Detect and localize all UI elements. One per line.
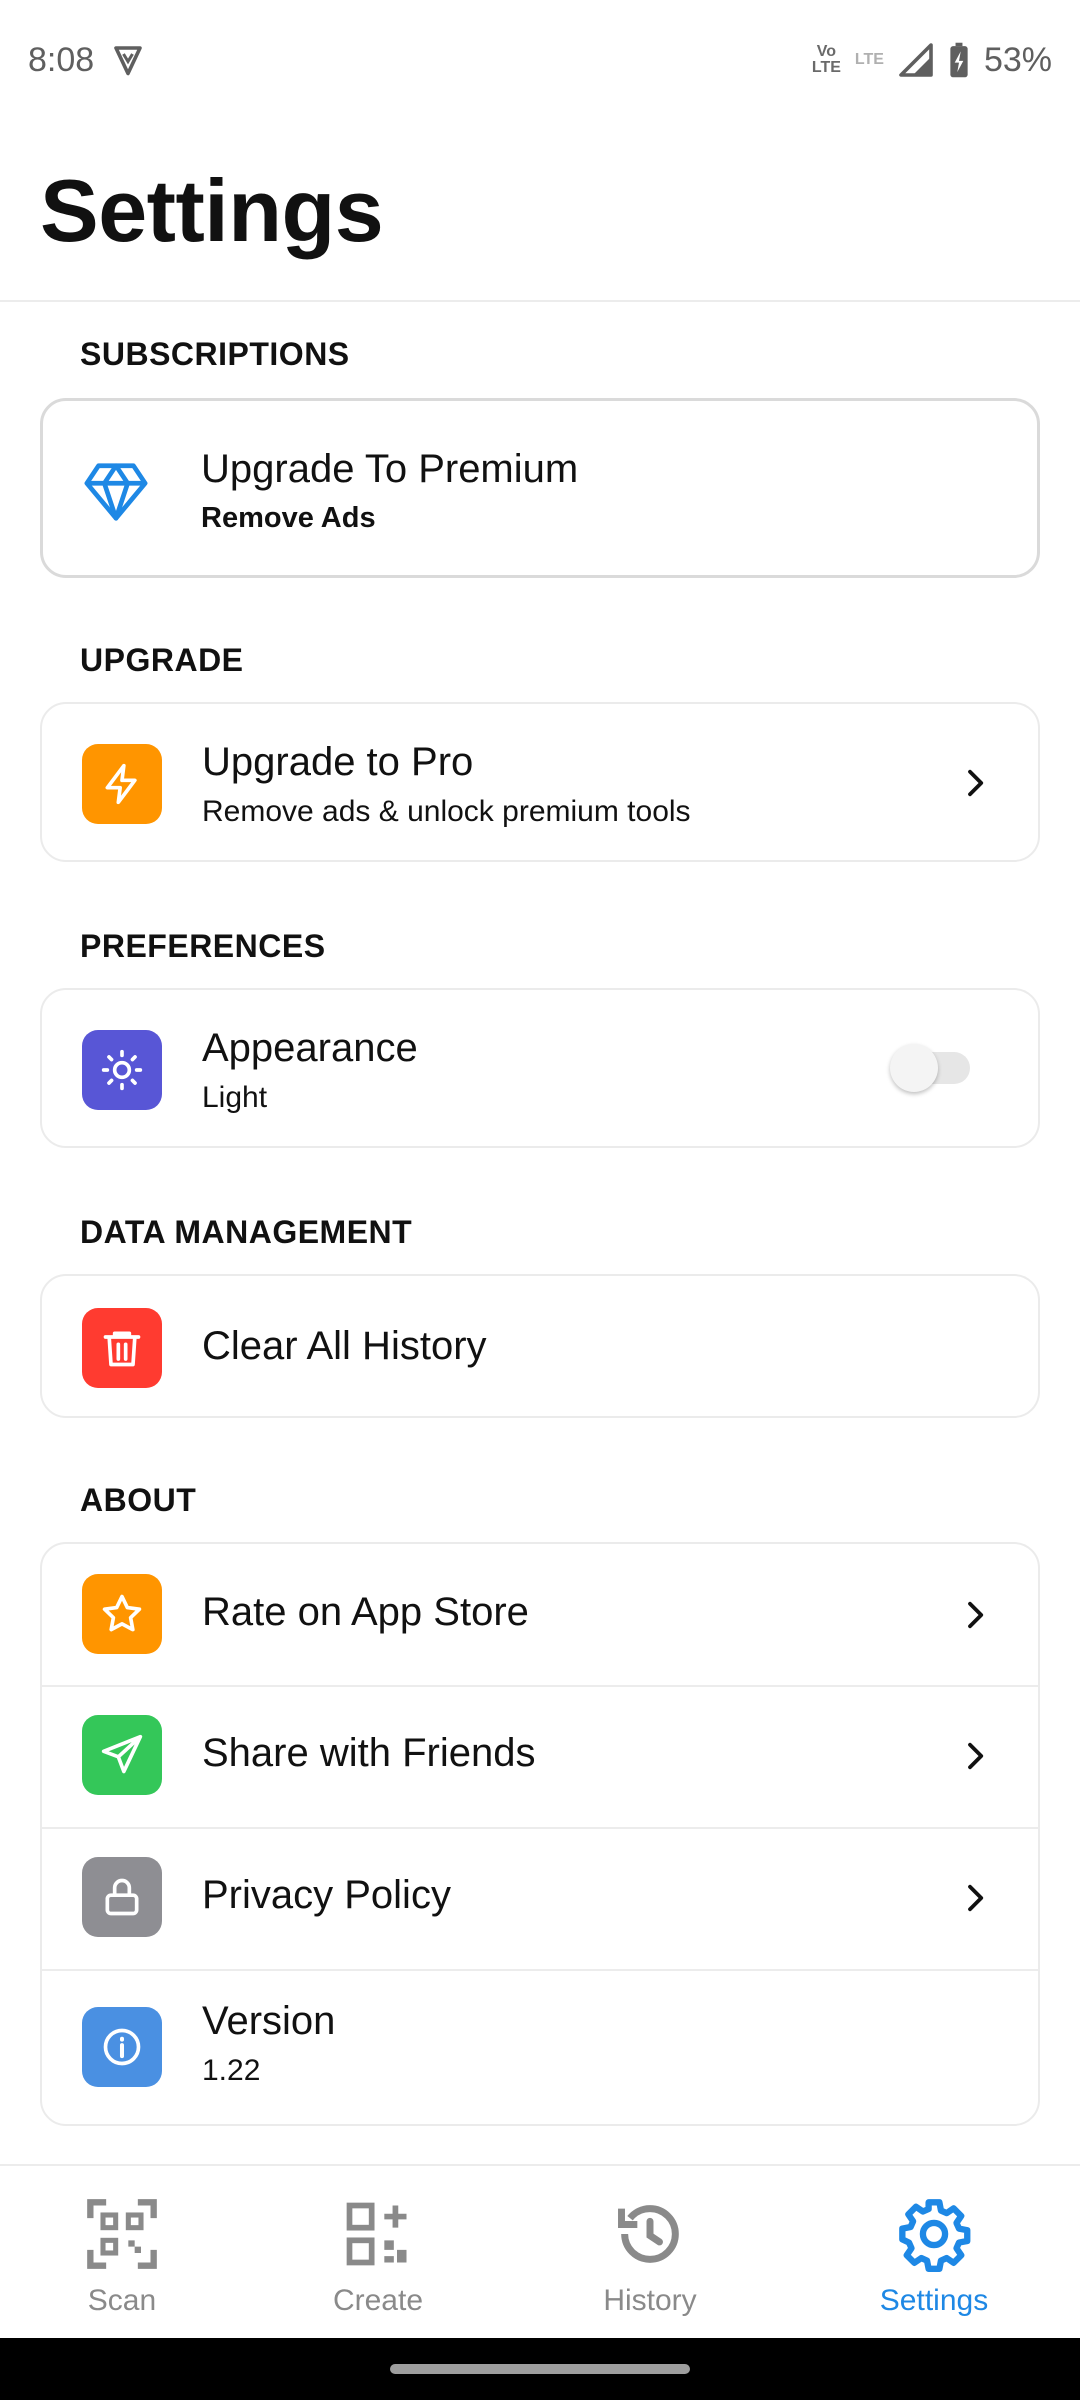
- section-title-upgrade: UPGRADE: [80, 642, 244, 678]
- sun-icon: [82, 1030, 162, 1110]
- clear-history-title: Clear All History: [202, 1324, 487, 1368]
- section-title-data-management: DATA MANAGEMENT: [80, 1214, 413, 1250]
- privacy-title: Privacy Policy: [202, 1873, 451, 1917]
- gear-icon: [899, 2199, 971, 2272]
- page-title: Settings: [40, 161, 384, 260]
- nav-history-label: History: [603, 2284, 697, 2317]
- nav-settings[interactable]: Settings: [834, 2166, 1034, 2340]
- rate-app-title: Rate on App Store: [202, 1590, 529, 1634]
- appearance-card[interactable]: Appearance Light: [40, 988, 1040, 1148]
- nav-create[interactable]: Create: [278, 2166, 478, 2340]
- chevron-right-icon: [968, 1884, 984, 1912]
- battery-charging-icon: [950, 42, 968, 78]
- qr-scan-icon: [87, 2199, 157, 2269]
- version-title: Version: [202, 1999, 336, 2043]
- history-icon: [618, 2205, 679, 2263]
- signal-icon: [899, 43, 933, 77]
- about-card: Rate on App Store Share with Friends Pri…: [40, 1542, 1040, 2126]
- header: Settings: [0, 120, 1080, 302]
- lightning-icon: [82, 744, 162, 824]
- vpn-shield-icon: [114, 46, 142, 76]
- toggle-knob: [890, 1044, 938, 1092]
- volte-indicator: Vo LTE: [811, 43, 841, 76]
- pro-title: Upgrade to Pro: [202, 740, 474, 784]
- status-bar: 8:08 Vo LTE LTE 53%: [0, 0, 1080, 120]
- upgrade-pro-card[interactable]: Upgrade to Pro Remove ads & unlock premi…: [40, 702, 1040, 862]
- clear-history-card[interactable]: Clear All History: [40, 1274, 1040, 1418]
- star-icon: [82, 1574, 162, 1654]
- section-title-subscriptions: SUBSCRIPTIONS: [80, 336, 350, 372]
- share-title: Share with Friends: [202, 1731, 536, 1775]
- nav-history[interactable]: History: [550, 2166, 750, 2340]
- share-row[interactable]: Share with Friends: [42, 1687, 1038, 1827]
- pro-subtitle: Remove ads & unlock premium tools: [202, 795, 691, 828]
- send-icon: [82, 1715, 162, 1795]
- lock-icon: [82, 1857, 162, 1937]
- appearance-subtitle: Light: [202, 1081, 268, 1114]
- section-title-about: ABOUT: [80, 1482, 197, 1518]
- appearance-toggle[interactable]: [890, 1044, 970, 1092]
- status-time: 8:08: [28, 40, 95, 79]
- appearance-title: Appearance: [202, 1026, 418, 1070]
- rate-app-row[interactable]: Rate on App Store: [42, 1544, 1038, 1685]
- section-title-preferences: PREFERENCES: [80, 928, 326, 964]
- lte-indicator: LTE: [854, 51, 884, 68]
- nav-scan-label: Scan: [87, 2284, 157, 2317]
- trash-icon: [82, 1308, 162, 1388]
- nav-scan[interactable]: Scan: [22, 2166, 222, 2340]
- version-row: Version 1.22: [42, 1971, 1038, 2128]
- chevron-right-icon: [968, 769, 984, 797]
- privacy-policy-row[interactable]: Privacy Policy: [42, 1829, 1038, 1969]
- bottom-nav: Scan Create History Settings: [0, 2164, 1080, 2338]
- premium-title: Upgrade To Premium: [201, 447, 579, 491]
- premium-subtitle: Remove Ads: [201, 502, 376, 534]
- info-icon: [82, 2007, 162, 2087]
- nav-create-label: Create: [332, 2284, 424, 2317]
- gesture-bar: [0, 2338, 1080, 2400]
- home-indicator[interactable]: [390, 2364, 690, 2374]
- qr-create-icon: [346, 2202, 407, 2266]
- diamond-icon: [81, 457, 151, 527]
- chevron-right-icon: [968, 1742, 984, 1770]
- nav-settings-label: Settings: [879, 2284, 989, 2317]
- version-value: 1.22: [202, 2054, 261, 2087]
- upgrade-premium-card[interactable]: Upgrade To Premium Remove Ads: [40, 398, 1040, 578]
- battery-percent: 53%: [983, 40, 1052, 79]
- chevron-right-icon: [968, 1601, 984, 1629]
